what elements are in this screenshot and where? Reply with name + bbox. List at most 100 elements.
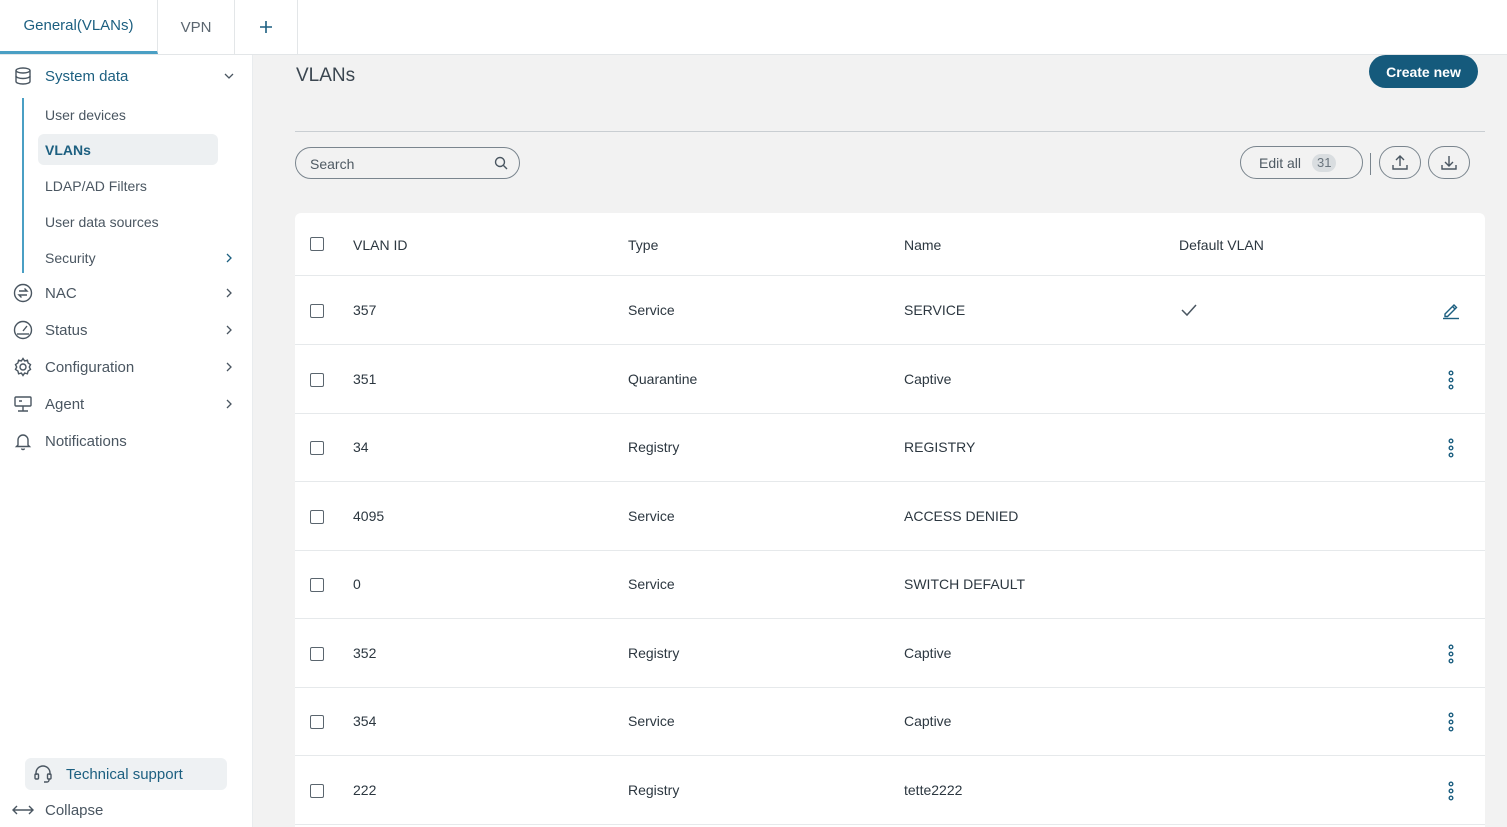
checkmark-icon bbox=[1181, 304, 1197, 317]
more-options-icon[interactable] bbox=[1445, 643, 1457, 665]
edit-all-label: Edit all bbox=[1259, 154, 1302, 171]
cell-vlan-id: 0 bbox=[353, 576, 361, 592]
row-checkbox[interactable] bbox=[310, 647, 324, 661]
edit-pencil-icon[interactable] bbox=[1441, 300, 1461, 320]
sidebar-item-label: Notifications bbox=[45, 432, 127, 450]
submenu-indicator-line bbox=[22, 98, 24, 273]
more-options-icon[interactable] bbox=[1445, 437, 1457, 459]
chevron-down-icon bbox=[222, 69, 236, 83]
row-checkbox[interactable] bbox=[310, 304, 324, 318]
sidebar-item-nac[interactable]: NAC bbox=[0, 276, 253, 310]
more-options-icon[interactable] bbox=[1445, 711, 1457, 733]
chevron-right-icon bbox=[222, 360, 236, 374]
arrows-horizontal-icon bbox=[12, 799, 34, 821]
cell-type: Service bbox=[628, 302, 675, 318]
sidebar-item-label: Configuration bbox=[45, 358, 135, 376]
table-row: 4095 Service ACCESS DENIED bbox=[295, 482, 1485, 551]
cell-type: Service bbox=[628, 576, 675, 592]
tab-vpn[interactable]: VPN bbox=[158, 0, 235, 54]
cell-vlan-id: 34 bbox=[353, 439, 369, 455]
gauge-icon bbox=[12, 319, 34, 341]
sidebar-item-user-devices[interactable]: User devices bbox=[38, 99, 218, 130]
search-input[interactable] bbox=[310, 154, 480, 174]
sidebar-item-label: Status bbox=[45, 321, 88, 339]
technical-support-button[interactable]: Technical support bbox=[25, 758, 227, 790]
headset-icon bbox=[33, 764, 53, 784]
search-icon[interactable] bbox=[494, 156, 508, 170]
table-row: 0 Service SWITCH DEFAULT bbox=[295, 550, 1485, 619]
sidebar-item-agent[interactable]: Agent bbox=[0, 387, 253, 421]
chevron-right-icon bbox=[222, 286, 236, 300]
create-new-button[interactable]: Create new bbox=[1369, 55, 1478, 88]
upload-icon bbox=[1392, 154, 1408, 170]
table-row: 34 Registry REGISTRY bbox=[295, 413, 1485, 482]
row-checkbox[interactable] bbox=[310, 373, 324, 387]
sidebar-item-user-data-sources[interactable]: User data sources bbox=[38, 206, 218, 237]
sidebar-item-system-data[interactable]: System data bbox=[0, 59, 253, 93]
plus-icon bbox=[260, 21, 272, 33]
row-checkbox[interactable] bbox=[310, 784, 324, 798]
sidebar-item-label: Agent bbox=[45, 395, 85, 413]
table-header: VLAN ID Type Name Default VLAN bbox=[295, 213, 1485, 276]
select-all-checkbox[interactable] bbox=[310, 237, 324, 251]
row-checkbox[interactable] bbox=[310, 578, 324, 592]
divider bbox=[295, 131, 1485, 132]
chevron-right-icon bbox=[222, 323, 236, 337]
bell-icon bbox=[12, 430, 34, 452]
column-header-name[interactable]: Name bbox=[904, 237, 941, 253]
table-row: 351 Quarantine Captive bbox=[295, 345, 1485, 414]
table-row: 354 Service Captive bbox=[295, 687, 1485, 756]
cell-vlan-id: 352 bbox=[353, 645, 377, 661]
sidebar-item-status[interactable]: Status bbox=[0, 313, 253, 347]
download-button[interactable] bbox=[1428, 146, 1470, 179]
cell-type: Registry bbox=[628, 439, 680, 455]
cell-vlan-id: 222 bbox=[353, 782, 377, 798]
search-box bbox=[295, 147, 520, 179]
toolbar-separator bbox=[1370, 153, 1371, 175]
column-header-vlan-id[interactable]: VLAN ID bbox=[353, 237, 407, 253]
more-options-icon[interactable] bbox=[1445, 780, 1457, 802]
tab-general-vlans[interactable]: General(VLANs) bbox=[0, 0, 158, 54]
sidebar-item-vlans[interactable]: VLANs bbox=[38, 134, 218, 165]
collapse-label: Collapse bbox=[45, 801, 104, 819]
row-checkbox[interactable] bbox=[310, 715, 324, 729]
cell-vlan-id: 357 bbox=[353, 302, 377, 318]
cell-type: Service bbox=[628, 508, 675, 524]
page-title: VLANs bbox=[296, 65, 356, 86]
cell-name: SERVICE bbox=[904, 302, 966, 318]
tab-bar: General(VLANs) VPN bbox=[0, 0, 1507, 55]
sidebar-item-label: Security bbox=[45, 249, 96, 266]
edit-all-button[interactable]: Edit all 31 bbox=[1240, 146, 1363, 179]
sidebar-item-security[interactable]: Security bbox=[38, 242, 232, 273]
collapse-sidebar-button[interactable]: Collapse bbox=[0, 795, 253, 825]
add-tab-button[interactable] bbox=[235, 0, 298, 54]
cell-type: Registry bbox=[628, 645, 680, 661]
agent-icon bbox=[12, 393, 34, 415]
cell-name: ACCESS DENIED bbox=[904, 508, 1019, 524]
cell-vlan-id: 354 bbox=[353, 713, 377, 729]
row-checkbox[interactable] bbox=[310, 441, 324, 455]
download-icon bbox=[1441, 155, 1457, 170]
cell-name: Captive bbox=[904, 645, 952, 661]
database-icon bbox=[12, 65, 34, 87]
row-checkbox[interactable] bbox=[310, 510, 324, 524]
cell-name: Captive bbox=[904, 371, 952, 387]
table-row: 222 Registry tette2222 bbox=[295, 756, 1485, 825]
cell-vlan-id: 4095 bbox=[353, 508, 385, 524]
sidebar-item-ldap-ad-filters[interactable]: LDAP/AD Filters bbox=[38, 170, 218, 201]
chevron-right-icon bbox=[222, 397, 236, 411]
cell-name: tette2222 bbox=[904, 782, 963, 798]
gear-icon bbox=[12, 356, 34, 378]
table-row: 352 Registry Captive bbox=[295, 619, 1485, 688]
sidebar-item-notifications[interactable]: Notifications bbox=[0, 424, 253, 458]
column-header-default-vlan[interactable]: Default VLAN bbox=[1179, 237, 1264, 253]
main-content: VLANs Create new Edit all 31 VLAN ID Typ… bbox=[253, 55, 1507, 827]
cell-name: SWITCH DEFAULT bbox=[904, 576, 1026, 592]
swap-circle-icon bbox=[12, 282, 34, 304]
upload-button[interactable] bbox=[1379, 146, 1421, 179]
sidebar-item-label: System data bbox=[45, 67, 129, 85]
column-header-type[interactable]: Type bbox=[628, 237, 658, 253]
sidebar-item-label: NAC bbox=[45, 284, 77, 302]
sidebar-item-configuration[interactable]: Configuration bbox=[0, 350, 253, 384]
more-options-icon[interactable] bbox=[1445, 369, 1457, 391]
